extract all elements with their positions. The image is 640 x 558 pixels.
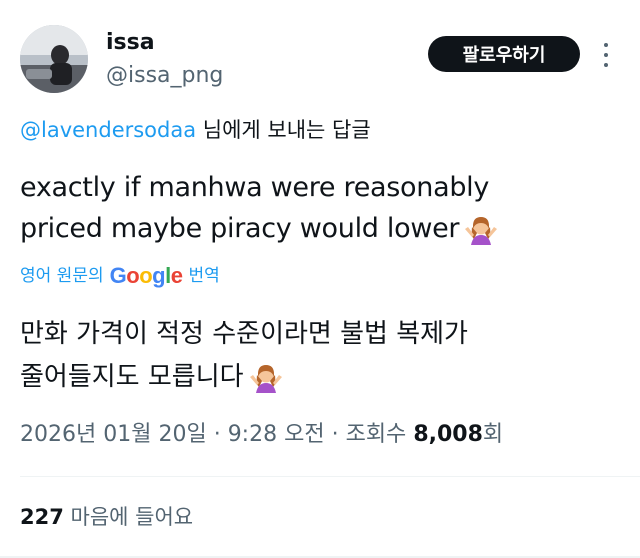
author-handle[interactable]: @issa_png: [106, 63, 223, 89]
person-shrugging-emoji: [465, 215, 498, 245]
likes-count: 227: [20, 505, 64, 529]
translated-text-line: 줄어들지도 모릅니다: [20, 356, 610, 399]
author-display-name[interactable]: issa: [106, 30, 155, 56]
translated-text-line-content: 줄어들지도 모릅니다: [20, 362, 244, 392]
tweet-date[interactable]: 2026년 01월 20일: [20, 422, 207, 447]
separator-dot: ·: [213, 422, 221, 447]
tweet-text-line: priced maybe piracy would lower: [20, 208, 600, 249]
tweet-text: exactly if manhwa were reasonably priced…: [20, 167, 600, 249]
likes-label: 마음에 들어요: [70, 505, 194, 529]
tweet-metadata: 2026년 01월 20일 · 9:28 오전 · 조회수 8,008회: [20, 420, 503, 450]
more-options-icon[interactable]: [596, 38, 616, 72]
reply-context: @lavendersodaa 님에게 보내는 답글: [20, 116, 371, 144]
translation-prefix: 영어 원문의: [20, 266, 104, 286]
views-suffix: 회: [482, 422, 504, 447]
tweet-text-line-content: priced maybe piracy would lower: [20, 213, 460, 244]
translation-suffix: 번역: [188, 266, 220, 286]
translation-attribution[interactable]: 영어 원문의 Google 번역: [20, 262, 220, 290]
separator-dot: ·: [331, 422, 339, 447]
google-logo: Google: [109, 263, 183, 288]
views-label: 조회수: [345, 422, 407, 447]
avatar-photo: [20, 25, 88, 93]
tweet-text-line: exactly if manhwa were reasonably: [20, 172, 490, 203]
avatar[interactable]: [20, 25, 88, 93]
translated-text-line: 만화 가격이 적정 수준이라면 불법 복제가: [20, 319, 468, 349]
follow-button[interactable]: 팔로우하기: [428, 36, 580, 72]
reply-context-suffix: 님에게 보내는 답글: [196, 118, 371, 142]
divider: [20, 476, 640, 477]
views-count: 8,008: [413, 422, 483, 447]
reply-mention-link[interactable]: @lavendersodaa: [20, 118, 196, 142]
translated-text: 만화 가격이 적정 수준이라면 불법 복제가 줄어들지도 모릅니다: [20, 313, 610, 399]
likes-stat[interactable]: 227 마음에 들어요: [20, 502, 193, 532]
person-shrugging-emoji: [249, 363, 282, 393]
tweet-time[interactable]: 9:28 오전: [228, 422, 325, 447]
